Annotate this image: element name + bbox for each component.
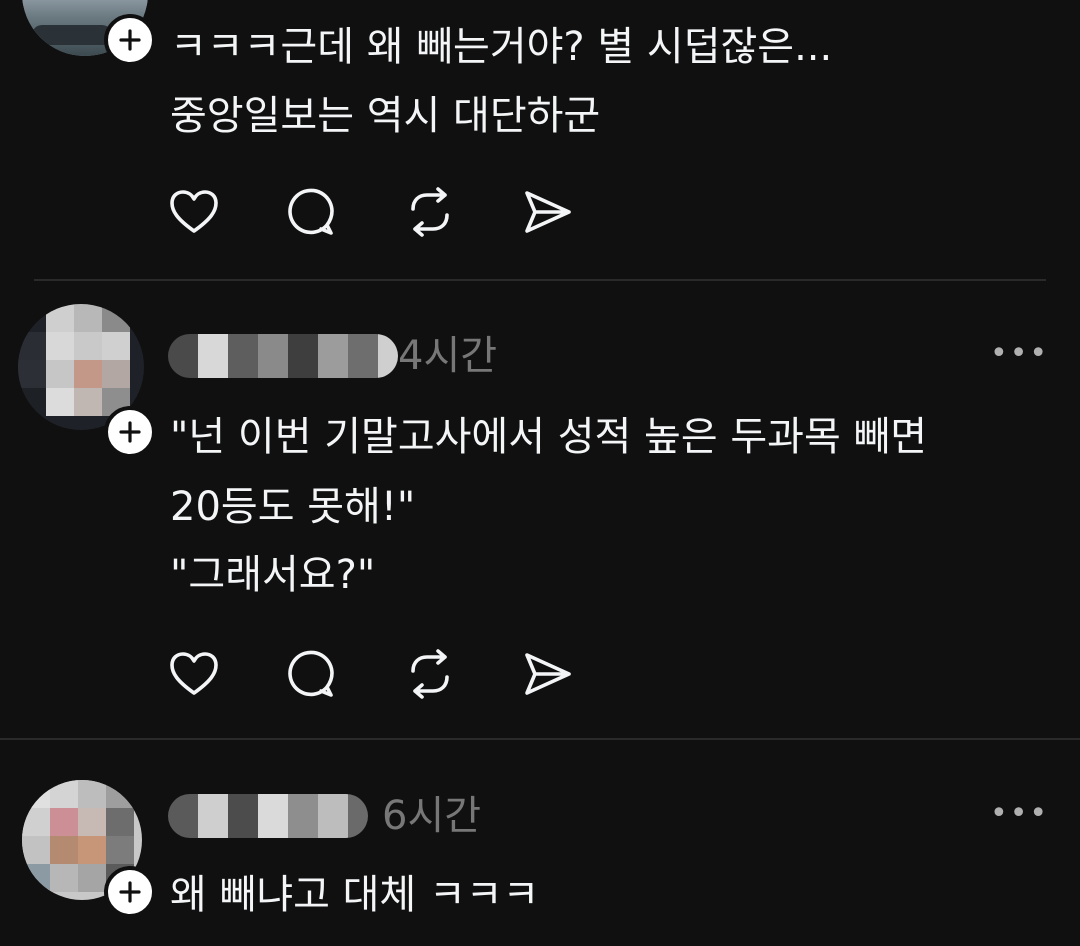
post-text-line: 중앙일보는 역시 대단하군 [170,93,601,139]
share-button[interactable] [522,186,574,238]
thread-post: 4시간 ••• "넌 이번 기말고사에서 성적 높은 두과목 빼면 20등도 못… [0,282,1080,738]
reply-button[interactable] [286,648,338,700]
comment-icon [288,188,334,235]
repost-button[interactable] [404,186,456,238]
heart-icon [170,190,218,233]
like-button[interactable] [168,186,220,238]
more-icon: ••• [990,796,1050,831]
plus-icon [119,881,141,903]
thread-post: 6시간 ••• 왜 빼냐고 대체 ㅋㅋㅋ [0,740,1080,946]
post-text-line: "넌 이번 기말고사에서 성적 높은 두과목 빼면 [170,414,928,460]
thread-post: ㅋㅋㅋ근데 왜 빼는거야? 별 시덥잖은... 중앙일보는 역시 대단하군 [0,0,1080,280]
username[interactable] [168,794,368,838]
follow-button[interactable] [104,14,156,66]
username[interactable] [168,334,398,378]
plus-icon [119,29,141,51]
reply-button[interactable] [286,186,338,238]
send-icon [525,191,571,233]
post-actions [168,648,574,700]
post-text-line: ㅋㅋㅋ근데 왜 빼는거야? 별 시덥잖은... [170,24,833,70]
post-text-line: 20등도 못해!" [170,484,416,530]
follow-button[interactable] [104,406,156,458]
post-actions [168,186,574,238]
plus-icon [119,421,141,443]
post-text-line: 왜 빼냐고 대체 ㅋㅋㅋ [170,872,540,918]
more-button[interactable]: ••• [990,799,1049,829]
repost-icon [411,649,449,699]
more-button[interactable]: ••• [990,339,1049,369]
share-button[interactable] [522,648,574,700]
more-icon: ••• [990,336,1050,371]
heart-icon [170,652,218,695]
repost-icon [411,187,449,237]
repost-button[interactable] [404,648,456,700]
post-text-line: "그래서요?" [170,552,376,598]
comment-icon [288,650,334,697]
timestamp: 6시간 [382,793,482,839]
divider [34,279,1046,281]
like-button[interactable] [168,648,220,700]
timestamp: 4시간 [398,333,498,379]
send-icon [525,653,571,695]
follow-button[interactable] [104,866,156,918]
